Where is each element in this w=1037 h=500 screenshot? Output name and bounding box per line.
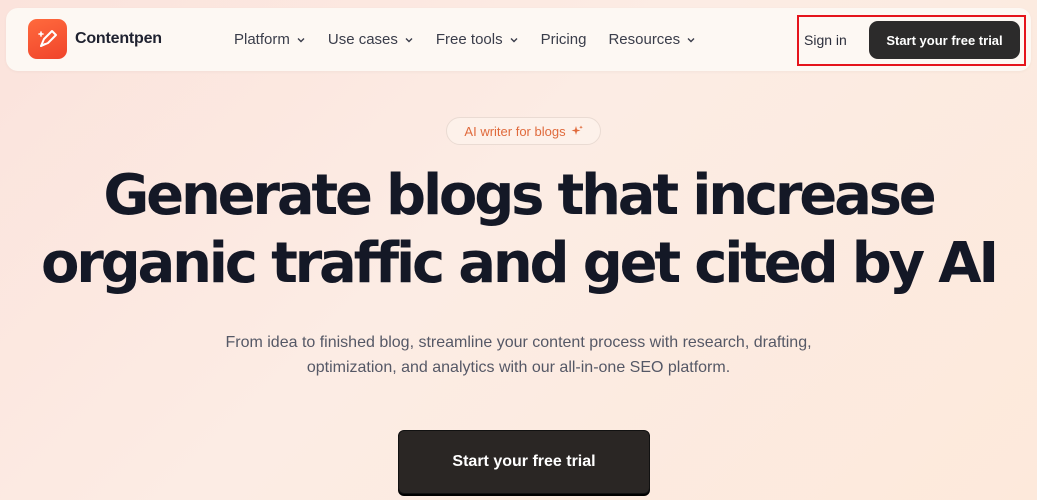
nav-item-use-cases[interactable]: Use cases xyxy=(328,31,414,48)
pen-sparkle-icon xyxy=(28,19,67,59)
nav-item-label: Resources xyxy=(608,31,681,48)
brand-logo[interactable]: Contentpen xyxy=(28,19,162,59)
top-navbar: Contentpen Platform Use cases Free tools… xyxy=(6,8,1031,71)
sign-in-link[interactable]: Sign in xyxy=(804,32,847,48)
nav-item-pricing[interactable]: Pricing xyxy=(541,31,587,48)
brand-name: Contentpen xyxy=(75,30,162,47)
nav-start-trial-button[interactable]: Start your free trial xyxy=(869,21,1020,59)
subtext-line-2: optimization, and analytics with our all… xyxy=(306,359,731,376)
chevron-down-icon xyxy=(687,37,695,42)
hero-subtext: From idea to finished blog, streamline y… xyxy=(0,330,1037,380)
chevron-down-icon xyxy=(510,37,518,42)
badge-label: AI writer for blogs xyxy=(464,123,566,139)
sparkle-icon xyxy=(571,125,583,135)
nav-item-platform[interactable]: Platform xyxy=(234,31,306,48)
hero-badge: AI writer for blogs xyxy=(446,117,601,145)
nav-item-resources[interactable]: Resources xyxy=(608,31,696,48)
chevron-down-icon xyxy=(297,37,305,42)
headline-line-2: organic traffic and get cited by AI xyxy=(40,231,999,296)
hero-headline: Generate blogs that increase organic tra… xyxy=(0,162,1037,298)
headline-line-1: Generate blogs that increase xyxy=(103,163,936,228)
hero-start-trial-button[interactable]: Start your free trial xyxy=(398,430,650,494)
nav-item-label: Use cases xyxy=(327,31,398,48)
chevron-down-icon xyxy=(405,37,413,42)
subtext-line-1: From idea to finished blog, streamline y… xyxy=(225,334,812,351)
nav-item-label: Platform xyxy=(234,31,290,48)
main-nav: Platform Use cases Free tools Pricing Re… xyxy=(234,8,718,71)
nav-item-label: Pricing xyxy=(540,31,587,48)
nav-item-free-tools[interactable]: Free tools xyxy=(436,31,519,48)
nav-item-label: Free tools xyxy=(435,31,503,48)
